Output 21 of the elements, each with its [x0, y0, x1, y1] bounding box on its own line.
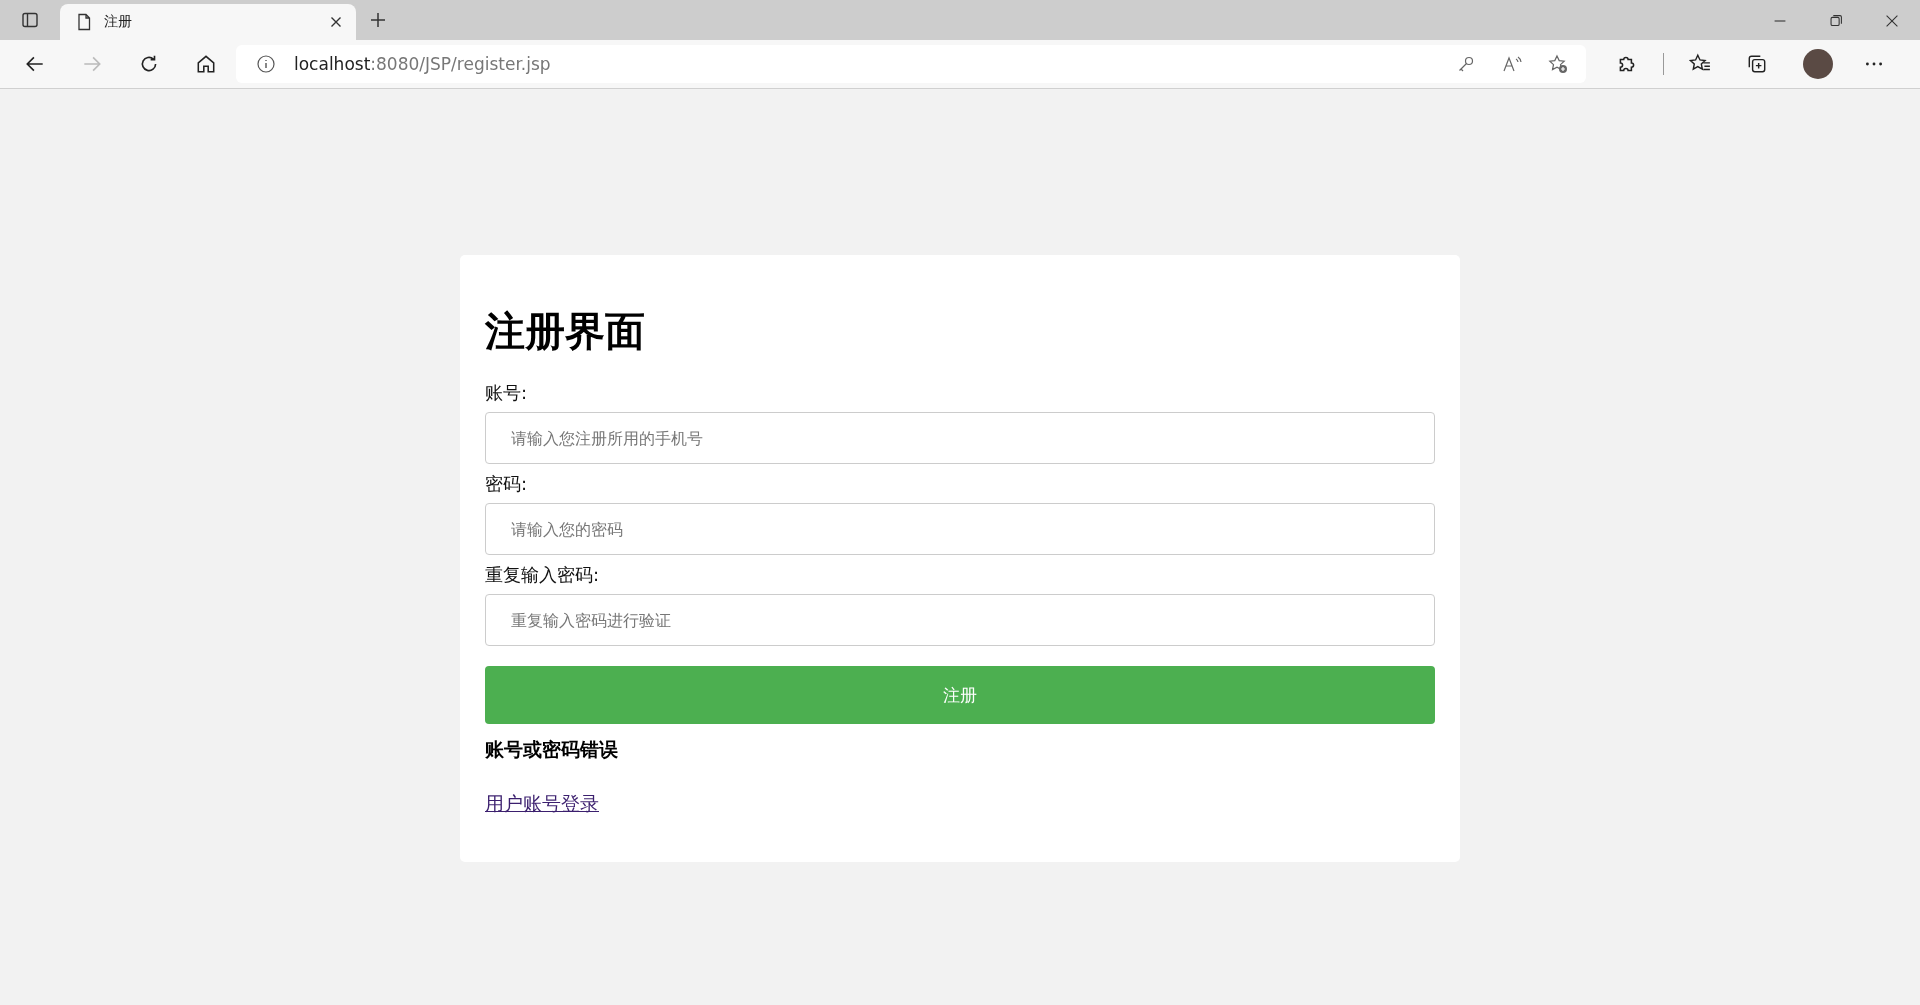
field-label: 账号:	[485, 383, 528, 403]
field-label: 重复输入密码:	[485, 565, 600, 585]
login-link[interactable]: 用户账号登录	[485, 791, 599, 817]
input-field[interactable]: 请输入您注册所用的手机号	[485, 412, 1435, 464]
collections-icon[interactable]	[1746, 53, 1768, 75]
error-message: 账号或密码错误	[485, 737, 618, 762]
tab-actions-icon[interactable]	[20, 10, 40, 30]
input-field[interactable]: 请输入您的密码	[485, 503, 1435, 555]
browser-tab[interactable]: 注册	[60, 4, 356, 40]
form-title: 注册界面	[485, 307, 645, 355]
profile-avatar[interactable]	[1803, 49, 1833, 79]
field-label: 密码:	[485, 474, 528, 494]
star-plus-icon[interactable]	[1548, 54, 1568, 74]
new-tab-icon[interactable]	[368, 10, 388, 30]
info-icon	[256, 54, 276, 74]
tab-title: 注册	[104, 13, 133, 31]
input-field[interactable]: 重复输入密码进行验证	[485, 594, 1435, 646]
url-text: localhost:8080/JSP/register.jsp	[294, 54, 551, 74]
address-bar[interactable]: localhost:8080/JSP/register.jsp	[236, 45, 1586, 83]
read-aloud-icon[interactable]	[1502, 54, 1522, 74]
home-icon[interactable]	[195, 53, 217, 75]
